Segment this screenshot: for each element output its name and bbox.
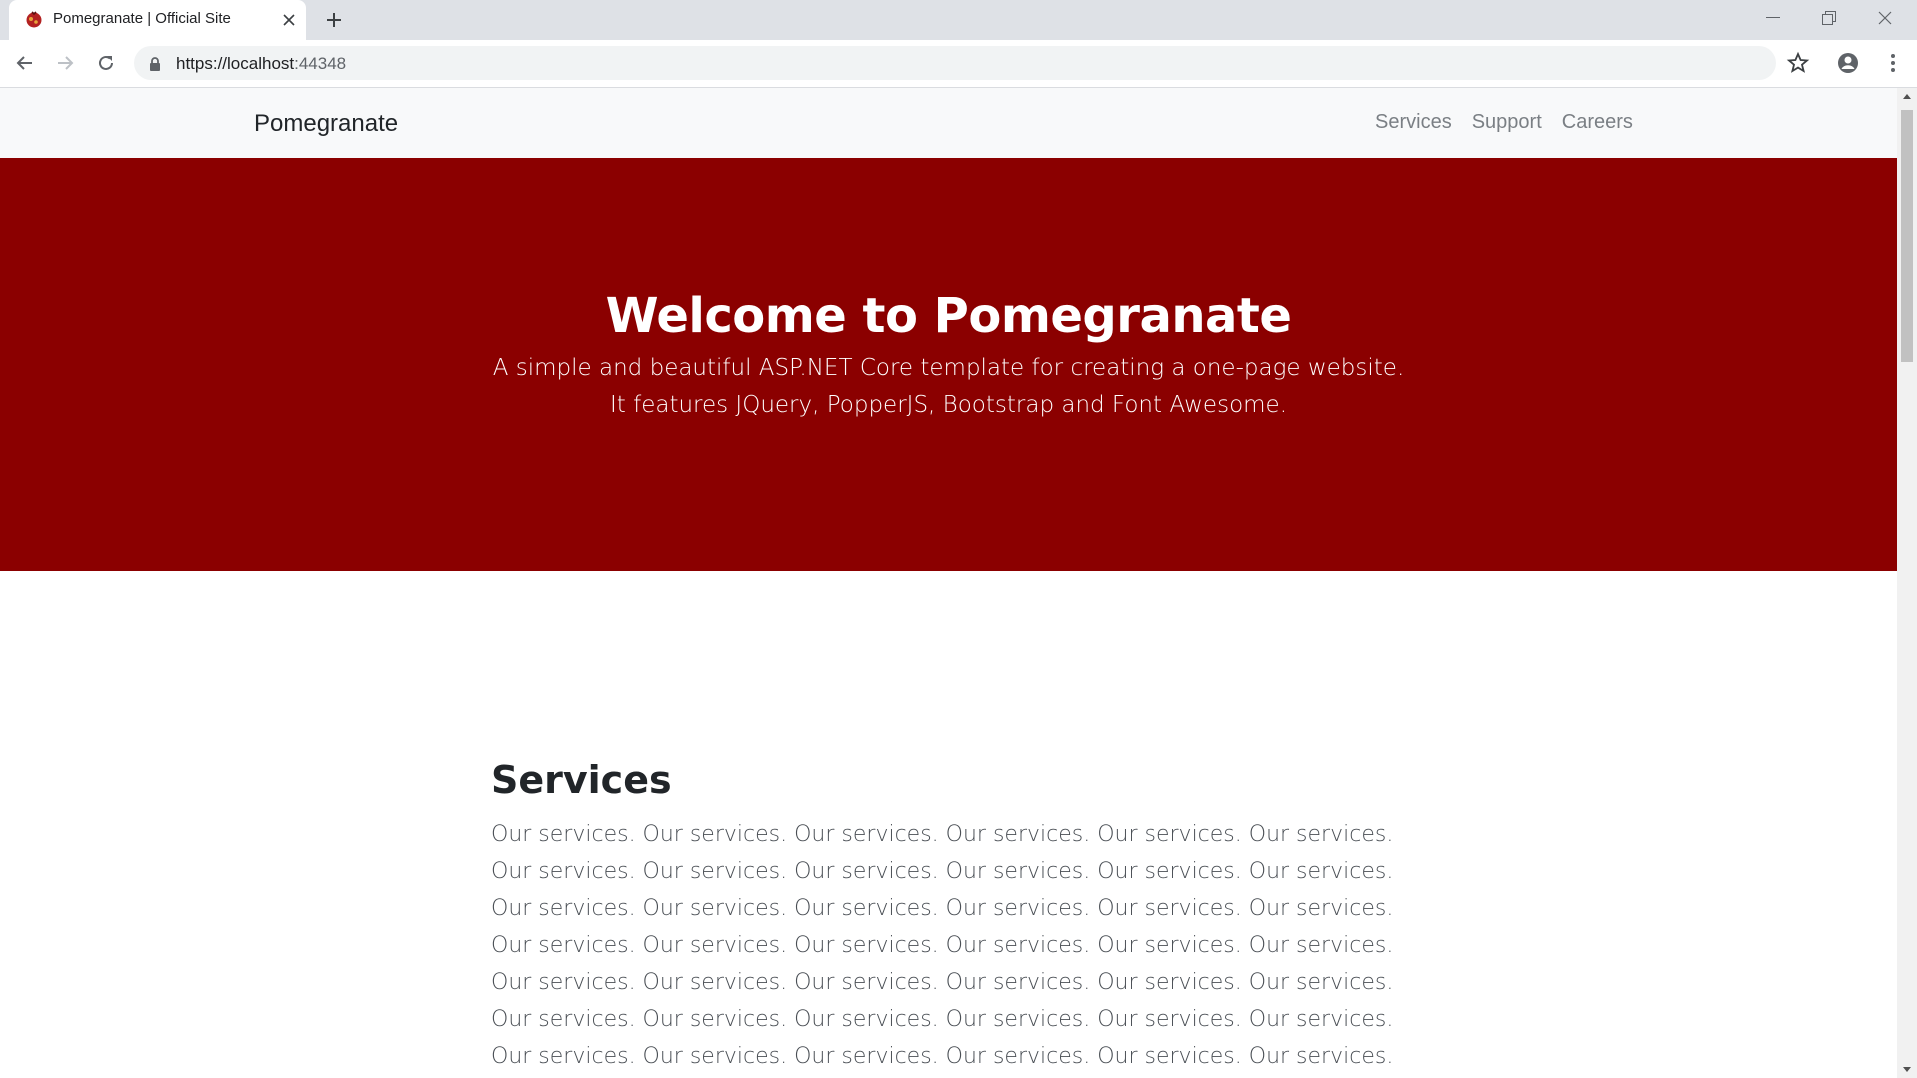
url-text[interactable]: https://localhost:44348 [176, 54, 346, 74]
services-heading: Services [491, 758, 672, 802]
page-scrollbar[interactable] [1897, 88, 1917, 1078]
hero-banner: Welcome to Pomegranate A simple and beau… [0, 158, 1897, 571]
tab-title: Pomegranate | Official Site [53, 10, 231, 27]
minimize-window-icon[interactable] [1745, 0, 1801, 36]
nav-link-careers[interactable]: Careers [1562, 111, 1633, 134]
bookmark-star-icon[interactable] [1785, 50, 1811, 76]
site-nav-links: Services Support Careers [1375, 111, 1633, 134]
scroll-down-arrow-icon[interactable] [1897, 1061, 1917, 1078]
site-brand[interactable]: Pomegranate [254, 110, 398, 138]
address-bar[interactable]: https://localhost:44348 [134, 46, 1776, 80]
services-body: Our services. Our services. Our services… [491, 822, 1394, 1069]
page-viewport: Pomegranate Services Support Careers Wel… [0, 88, 1897, 1078]
hero-title: Welcome to Pomegranate [605, 288, 1292, 344]
close-window-icon[interactable] [1857, 0, 1913, 36]
forward-arrow-icon[interactable] [50, 48, 80, 78]
new-tab-icon[interactable] [322, 8, 346, 32]
pomegranate-favicon-icon [24, 9, 44, 29]
close-tab-icon[interactable] [279, 10, 299, 30]
tab-strip: Pomegranate | Official Site [0, 0, 1917, 40]
hero-lead-line-2: It features JQuery, PopperJS, Bootstrap … [609, 392, 1288, 418]
profile-avatar-icon[interactable] [1835, 50, 1861, 76]
browser-tab[interactable]: Pomegranate | Official Site [9, 0, 306, 40]
scroll-up-arrow-icon[interactable] [1897, 88, 1917, 105]
reload-icon[interactable] [91, 48, 121, 78]
back-arrow-icon[interactable] [10, 48, 40, 78]
browser-menu-icon[interactable] [1880, 50, 1906, 76]
services-section: Services Our services. Our services. Our… [491, 758, 1403, 1078]
site-navbar: Pomegranate Services Support Careers [0, 88, 1897, 158]
browser-toolbar: https://localhost:44348 [0, 40, 1917, 88]
restore-window-icon[interactable] [1801, 0, 1857, 36]
nav-link-services[interactable]: Services [1375, 111, 1452, 134]
scrollbar-thumb[interactable] [1901, 110, 1913, 362]
hero-lead-line-1: A simple and beautiful ASP.NET Core temp… [492, 355, 1405, 381]
lock-icon[interactable] [148, 56, 162, 71]
nav-link-support[interactable]: Support [1472, 111, 1542, 134]
